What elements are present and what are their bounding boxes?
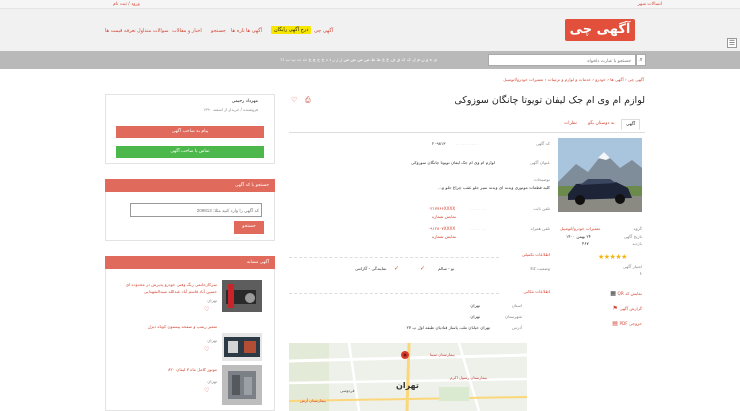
show-mobile-link[interactable]: نمایش شماره bbox=[432, 234, 456, 239]
report-label[interactable]: گزارش آگهی bbox=[619, 306, 642, 311]
field-value-condition: نو - سالم bbox=[438, 266, 455, 271]
similar-ad-thumb[interactable] bbox=[222, 365, 262, 405]
code-search-button[interactable]: جستجو bbox=[234, 221, 264, 234]
search-input[interactable] bbox=[488, 54, 636, 66]
tab-share[interactable]: به دوستان بگو bbox=[584, 119, 619, 128]
field-label-code: کد آگهی bbox=[535, 141, 550, 146]
pdf-link[interactable]: خروجی PDF ▤ bbox=[605, 320, 642, 327]
breadcrumb-item[interactable]: آگهی چی bbox=[628, 77, 644, 82]
similar-ad-title[interactable]: تعمیر ریمپ و صفحه پیستون کوتاه دیزل bbox=[117, 323, 217, 330]
nav-ads[interactable]: آگهی ها bbox=[246, 28, 262, 34]
similar-ads-title: آگهی مشابه bbox=[105, 256, 275, 269]
report-link[interactable]: گزارش آگهی ⚑ bbox=[605, 305, 643, 312]
field-value-desc: کلیه قطعات موتوری وبدنه ای وبدنه سپر جلو… bbox=[438, 185, 550, 190]
alphabet-filter[interactable]: ی ه و ن م ل گ ک ق ف غ ع ظ ط ض ص ش س ژ ز … bbox=[107, 58, 437, 63]
ad-title: لوازم ام وی ام جک لیفان تویوتا چانگان سو… bbox=[454, 95, 645, 106]
field-label-title: عنوان آگهی bbox=[529, 160, 550, 165]
field-value-phone: ۰۲۱۷۷۶۶XXXX bbox=[428, 206, 456, 211]
similar-ad-title[interactable]: موتور کامل ماه ۷ لیفان ۸۲۰ bbox=[117, 366, 217, 373]
seller-name: مهرداد رحیمی bbox=[231, 99, 258, 104]
field-value-title: لوازم ام وی ام جک لیفان تویوتا چانگان سو… bbox=[410, 160, 495, 165]
pdf-label[interactable]: خروجی PDF bbox=[619, 321, 642, 326]
similar-ad-city: تهران bbox=[207, 338, 217, 343]
nav-search[interactable]: جستجو bbox=[211, 28, 226, 34]
location-title: اطلاعات مکانی bbox=[523, 289, 550, 294]
rating-stars[interactable]: ★★★★★ bbox=[598, 253, 627, 261]
rating-value: ۱ bbox=[639, 271, 642, 276]
breadcrumb-item[interactable]: خدمات و لوازم و تزئینات bbox=[548, 77, 591, 82]
nav-home[interactable]: آگهی چی bbox=[314, 28, 333, 34]
heart-icon[interactable]: ♡ bbox=[204, 306, 209, 313]
views-value: ۴۶۷ bbox=[582, 241, 589, 246]
field-label-phone: تلفن ثابت bbox=[533, 206, 550, 211]
breadcrumb-item[interactable]: خودرو bbox=[595, 77, 606, 82]
field-value-province: تهران bbox=[470, 303, 480, 308]
nav-new[interactable]: تازه ها bbox=[231, 28, 245, 34]
map-label: بیمارستان سینا bbox=[430, 352, 455, 357]
ad-photo[interactable] bbox=[558, 138, 642, 212]
qr-label[interactable]: نمایش کد QR bbox=[618, 291, 642, 296]
map-label: بیمارستان آرش bbox=[300, 398, 326, 403]
ad-code-input[interactable] bbox=[130, 203, 262, 217]
field-value-warranty: نمایندگی - گارانتی bbox=[355, 266, 387, 271]
map-label-city: تهران bbox=[396, 381, 419, 390]
post-free-ad-button[interactable]: درج آگهی رایگان bbox=[271, 26, 312, 34]
menu-icon[interactable]: ☰ bbox=[727, 38, 737, 48]
field-value-city: تهران bbox=[470, 314, 480, 319]
map-label: فردوسی bbox=[340, 388, 355, 393]
field-value-address: تهران خیابان ملت پاساژ قنادیان طبقه اول … bbox=[406, 325, 490, 330]
print-icon[interactable]: ⎙ bbox=[305, 96, 311, 105]
extra-info-title: اطلاعات تکمیلی bbox=[521, 252, 550, 257]
tab-comments[interactable]: نظرات bbox=[560, 119, 581, 128]
nav-pricing[interactable]: تعرفه قیمت ها bbox=[105, 28, 136, 34]
show-phone-link[interactable]: نمایش شماره bbox=[432, 214, 456, 219]
similar-ad-city: تهران bbox=[207, 379, 217, 384]
pdf-icon: ▤ bbox=[612, 320, 618, 327]
site-logo[interactable]: آگهی چی bbox=[565, 19, 635, 41]
message-seller-button[interactable]: پیام به صاحب آگهی bbox=[116, 126, 264, 138]
heart-icon[interactable]: ♡ bbox=[204, 346, 209, 353]
field-label-city: شهرستان bbox=[505, 314, 522, 319]
check-icon: ✓ bbox=[394, 265, 400, 272]
breadcrumb-item[interactable]: آگهی ها bbox=[610, 77, 623, 82]
date-value: ۲۴ بهمن ۱۴۰۰ bbox=[566, 234, 591, 239]
flag-icon: ⚑ bbox=[612, 305, 618, 312]
check-icon: ✓ bbox=[420, 265, 426, 272]
code-search-title: جستجو با کد آگهی bbox=[105, 179, 275, 192]
nav-faq[interactable]: سوالات متداول bbox=[137, 28, 169, 34]
top-bar bbox=[0, 0, 740, 9]
rating-label: امتیاز آگهی bbox=[622, 264, 642, 269]
similar-ad-thumb[interactable] bbox=[222, 333, 262, 361]
views-label: بازدید bbox=[632, 241, 642, 246]
similar-ad-city: تهران bbox=[207, 298, 217, 303]
qr-code-icon: ▦ bbox=[610, 290, 616, 297]
field-label-address: آدرس bbox=[511, 325, 522, 330]
field-label-condition: وضعیت کالا bbox=[530, 266, 550, 271]
similar-ad-thumb[interactable] bbox=[222, 280, 262, 312]
search-icon[interactable]: ⌕ bbox=[636, 54, 646, 66]
top-city-link[interactable]: اتصالات شهر bbox=[638, 2, 662, 7]
similar-ad-title[interactable]: سرکارخانمی رنگ وفنی خودرو پذیرش در محدود… bbox=[117, 281, 217, 295]
login-register-link[interactable]: ورود / ثبت نام bbox=[113, 2, 140, 7]
field-label-desc: توضیحات bbox=[533, 177, 550, 182]
seller-joined: فروشنده / خریدار از اسفند ۱۳۹۰ bbox=[203, 107, 258, 112]
category-value[interactable]: تعمیرات خودرو/اتومبیل bbox=[560, 226, 600, 231]
qr-code-link[interactable]: نمایش کد QR ▦ bbox=[605, 290, 642, 297]
field-label-province: استان bbox=[511, 303, 522, 308]
breadcrumb[interactable]: آگهی چی ‹ آگهی ها ‹ خودرو ‹ خدمات و لواز… bbox=[488, 77, 644, 82]
tab-ad[interactable]: آگهی bbox=[621, 119, 641, 130]
favorite-heart-icon[interactable]: ♡ bbox=[291, 96, 297, 104]
map-label: بیمارستان رسول اکرم bbox=[450, 375, 487, 380]
breadcrumb-item[interactable]: تعمیرات خودرو/اتومبیل bbox=[503, 77, 543, 82]
nav-news[interactable]: اخبار و مقالات bbox=[172, 28, 202, 34]
call-seller-button[interactable]: تماس با صاحب آگهی bbox=[116, 146, 264, 158]
field-value-code: ۲۰۹۸۱۳ bbox=[432, 141, 446, 146]
heart-icon[interactable]: ♡ bbox=[204, 387, 209, 394]
field-label-mobile: تلفن همراه bbox=[530, 226, 551, 231]
field-value-mobile: ۰۹۱۲۸۰۷XXXX bbox=[428, 226, 456, 231]
